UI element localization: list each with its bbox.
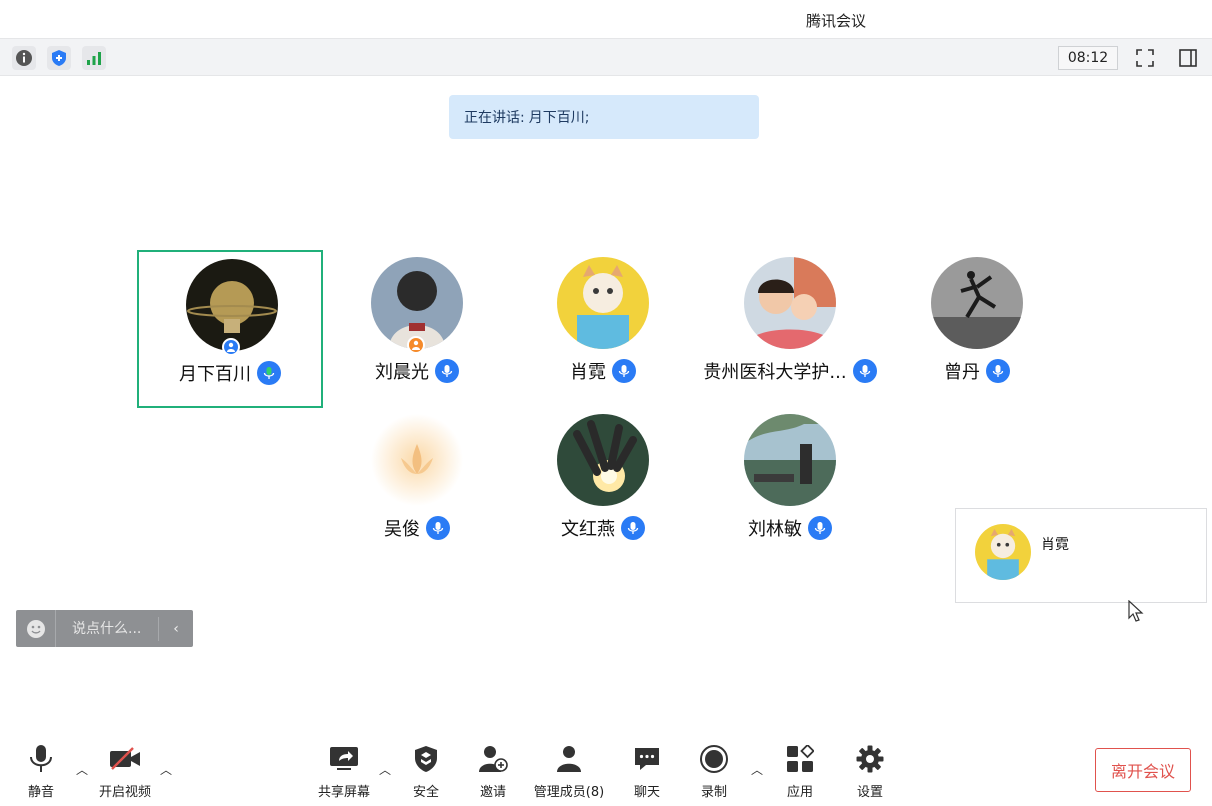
record-label: 录制 bbox=[700, 785, 727, 800]
mute-button[interactable]: 静音 bbox=[0, 743, 86, 800]
invite-user-icon bbox=[477, 743, 509, 775]
host-icon bbox=[222, 338, 240, 356]
mute-label: 静音 bbox=[27, 785, 54, 800]
avatar bbox=[557, 414, 649, 506]
title-bar: 腾讯会议 bbox=[0, 0, 1212, 38]
participant-name: 刘林敏 bbox=[748, 519, 802, 540]
participant-tile[interactable]: 月下百川 bbox=[137, 250, 323, 408]
participant-name: 曾丹 bbox=[944, 362, 980, 383]
fullscreen-icon[interactable] bbox=[1133, 46, 1157, 70]
mic-active-icon bbox=[257, 361, 281, 385]
participant-tile[interactable]: 刘林敏 bbox=[697, 407, 883, 565]
signal-icon[interactable] bbox=[82, 46, 106, 70]
chat-placeholder[interactable]: 说点什么... bbox=[56, 616, 159, 641]
avatar bbox=[557, 257, 649, 349]
info-icon[interactable] bbox=[12, 46, 36, 70]
avatar bbox=[931, 257, 1023, 349]
record-icon bbox=[698, 743, 730, 775]
meeting-timer: 08:12 bbox=[1058, 46, 1118, 70]
avatar bbox=[371, 414, 463, 506]
participant-name: 刘晨光 bbox=[375, 362, 429, 383]
participant-name: 贵州医科大学护... bbox=[703, 362, 847, 383]
chat-quick-input[interactable]: 说点什么... ‹ bbox=[16, 610, 193, 647]
bottom-toolbar: 静音 ︿ 开启视频 ︿ 共享屏幕 ︿ 安全 邀请 管理成员(8) 聊天 录制 ︿… bbox=[0, 735, 1212, 806]
chat-bubble-icon bbox=[631, 743, 663, 775]
mouse-cursor-icon bbox=[1128, 599, 1144, 628]
mic-icon bbox=[808, 516, 832, 540]
chevron-up-icon[interactable]: ︿ bbox=[160, 761, 172, 778]
participant-name: 肖霓 bbox=[570, 362, 606, 383]
cohost-icon bbox=[407, 336, 425, 354]
share-screen-icon bbox=[328, 743, 360, 775]
security-shield-icon bbox=[410, 743, 442, 775]
side-panel-icon[interactable] bbox=[1176, 46, 1200, 70]
shield-icon[interactable] bbox=[47, 46, 71, 70]
record-button[interactable]: 录制 bbox=[669, 743, 759, 800]
apps-grid-icon bbox=[784, 743, 816, 775]
speaking-name: 月下百川; bbox=[528, 110, 590, 126]
participant-tile[interactable]: 刘晨光 bbox=[324, 250, 510, 408]
manage-members-button[interactable]: 管理成员(8) bbox=[524, 743, 614, 800]
leave-meeting-button[interactable]: 离开会议 bbox=[1095, 748, 1191, 792]
speaking-label: 正在讲话: bbox=[464, 110, 525, 126]
participant-name: 吴俊 bbox=[384, 519, 420, 540]
top-toolbar: 08:12 bbox=[0, 38, 1212, 76]
participant-tile[interactable]: 肖霓 bbox=[510, 250, 696, 408]
emoji-icon[interactable] bbox=[16, 610, 56, 647]
gear-icon bbox=[854, 743, 886, 775]
participant-name: 文红燕 bbox=[561, 519, 615, 540]
mic-icon bbox=[852, 359, 877, 383]
start-video-button[interactable]: 开启视频 bbox=[80, 743, 170, 800]
avatar bbox=[744, 414, 836, 506]
chevron-left-icon[interactable]: ‹ bbox=[159, 621, 193, 637]
participant-tile[interactable]: 曾丹 bbox=[884, 250, 1070, 408]
security-label: 安全 bbox=[412, 785, 439, 800]
settings-button[interactable]: 设置 bbox=[825, 743, 915, 800]
share-label: 共享屏幕 bbox=[317, 785, 370, 800]
microphone-icon bbox=[25, 743, 57, 775]
share-screen-button[interactable]: 共享屏幕 bbox=[299, 743, 389, 800]
video-label: 开启视频 bbox=[98, 785, 151, 800]
participant-tile[interactable]: 贵州医科大学护... bbox=[697, 250, 883, 408]
settings-label: 设置 bbox=[856, 785, 883, 800]
mic-icon bbox=[612, 359, 636, 383]
apps-label: 应用 bbox=[786, 785, 813, 800]
floating-video-card[interactable]: 肖霓 bbox=[955, 508, 1207, 603]
window-title: 腾讯会议 bbox=[805, 12, 866, 30]
mic-icon bbox=[986, 359, 1010, 383]
avatar bbox=[744, 257, 836, 349]
mic-icon bbox=[621, 516, 645, 540]
avatar bbox=[975, 524, 1031, 580]
participant-tile[interactable]: 吴俊 bbox=[324, 407, 510, 565]
members-label: 管理成员(8) bbox=[533, 785, 605, 800]
speaking-banner: 正在讲话: 月下百川; bbox=[449, 95, 759, 139]
camera-off-icon bbox=[109, 743, 141, 775]
floating-card-name: 肖霓 bbox=[1041, 537, 1069, 553]
invite-label: 邀请 bbox=[479, 785, 506, 800]
mic-icon bbox=[426, 516, 450, 540]
participant-tile[interactable]: 文红燕 bbox=[510, 407, 696, 565]
mic-icon bbox=[435, 359, 459, 383]
members-icon bbox=[553, 743, 585, 775]
participant-name: 月下百川 bbox=[179, 364, 251, 385]
chat-label: 聊天 bbox=[633, 785, 660, 800]
